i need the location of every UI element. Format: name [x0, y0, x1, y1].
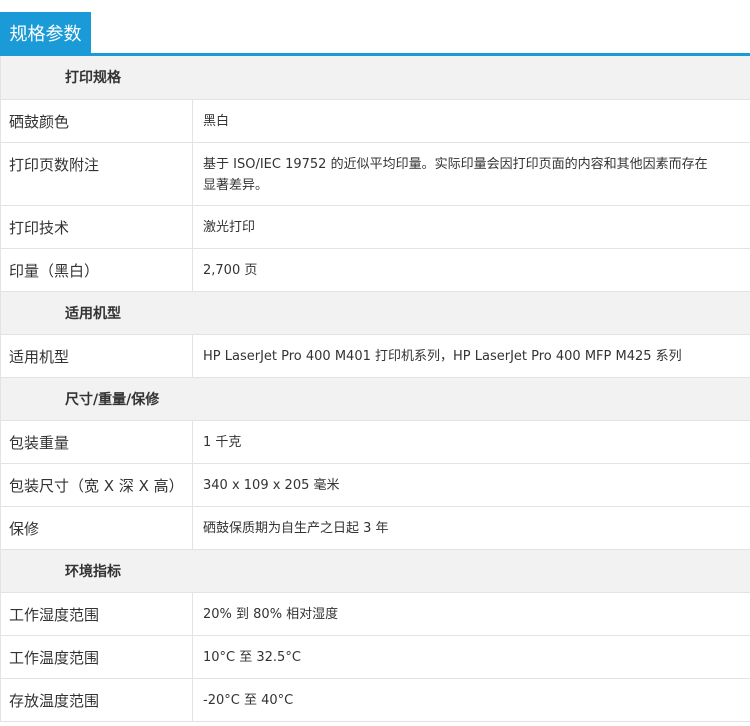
spec-value: 硒鼓保质期为自生产之日起 3 年: [192, 506, 750, 550]
spec-row: 适用机型 HP LaserJet Pro 400 M401 打印机系列，HP L…: [0, 334, 750, 378]
spec-value: 20% 到 80% 相对湿度: [192, 592, 750, 636]
spec-label: 存放温度范围: [0, 678, 193, 722]
spec-row: 打印技术 激光打印: [0, 205, 750, 249]
spec-table: 打印规格 硒鼓颜色 黑白 打印页数附注 基于 ISO/IEC 19752 的近似…: [0, 56, 750, 722]
spec-row: 硒鼓颜色 黑白: [0, 99, 750, 143]
spec-value: 激光打印: [192, 205, 750, 249]
spec-value: HP LaserJet Pro 400 M401 打印机系列，HP LaserJ…: [192, 334, 750, 378]
section-compatible-models: 适用机型: [0, 291, 750, 335]
spec-header: 规格参数: [0, 0, 750, 56]
spec-tab[interactable]: 规格参数: [0, 12, 91, 53]
section-title: 适用机型: [0, 291, 750, 335]
spec-value: 黑白: [192, 99, 750, 143]
spec-label: 工作湿度范围: [0, 592, 193, 636]
spec-label: 打印页数附注: [0, 142, 193, 206]
section-title: 打印规格: [0, 56, 750, 100]
spec-value: 1 千克: [192, 420, 750, 464]
spec-label: 印量（黑白）: [0, 248, 193, 292]
spec-value: -20°C 至 40°C: [192, 678, 750, 722]
spec-row: 包装尺寸（宽 X 深 X 高） 340 x 109 x 205 毫米: [0, 463, 750, 507]
spec-label: 保修: [0, 506, 193, 550]
spec-label: 打印技术: [0, 205, 193, 249]
spec-label: 硒鼓颜色: [0, 99, 193, 143]
section-environment: 环境指标: [0, 549, 750, 593]
spec-label: 适用机型: [0, 334, 193, 378]
section-title: 尺寸/重量/保修: [0, 377, 750, 421]
spec-value: 10°C 至 32.5°C: [192, 635, 750, 679]
spec-row: 保修 硒鼓保质期为自生产之日起 3 年: [0, 506, 750, 550]
spec-label: 工作温度范围: [0, 635, 193, 679]
spec-label: 包装尺寸（宽 X 深 X 高）: [0, 463, 193, 507]
spec-label: 包装重量: [0, 420, 193, 464]
spec-row: 工作温度范围 10°C 至 32.5°C: [0, 635, 750, 679]
section-title: 环境指标: [0, 549, 750, 593]
spec-value: 340 x 109 x 205 毫米: [192, 463, 750, 507]
spec-row: 包装重量 1 千克: [0, 420, 750, 464]
section-dimensions-weight-warranty: 尺寸/重量/保修: [0, 377, 750, 421]
spec-row: 存放温度范围 -20°C 至 40°C: [0, 678, 750, 722]
spec-value: 基于 ISO/IEC 19752 的近似平均印量。实际印量会因打印页面的内容和其…: [192, 142, 750, 206]
spec-value: 2,700 页: [192, 248, 750, 292]
spec-row: 工作湿度范围 20% 到 80% 相对湿度: [0, 592, 750, 636]
spec-row: 印量（黑白） 2,700 页: [0, 248, 750, 292]
section-print-specs: 打印规格: [0, 56, 750, 100]
spec-row: 打印页数附注 基于 ISO/IEC 19752 的近似平均印量。实际印量会因打印…: [0, 142, 750, 206]
